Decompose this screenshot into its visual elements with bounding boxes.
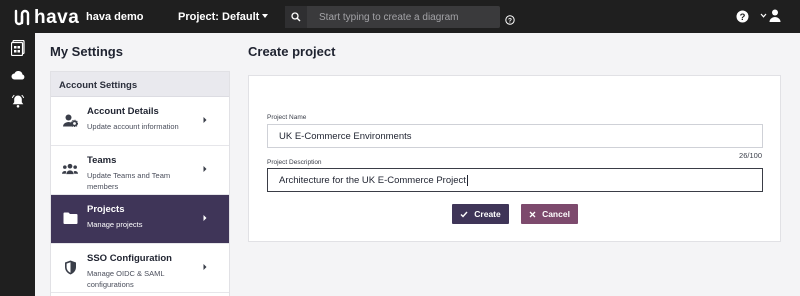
side-rail (0, 33, 35, 296)
project-name-field[interactable]: UK E-Commerce Environments (267, 124, 763, 148)
settings-item-projects[interactable]: Projects Manage projects (51, 195, 229, 244)
folder-icon (62, 210, 78, 226)
settings-item-subtitle: Update account information (87, 122, 179, 131)
project-description-field[interactable]: Architecture for the UK E-Commerce Proje… (267, 168, 763, 192)
logo-text: hava (34, 7, 80, 28)
settings-section-header: Account Settings (51, 72, 229, 97)
check-icon (460, 211, 468, 218)
settings-item-title: Account Details (87, 106, 159, 117)
settings-item-teams[interactable]: Teams Update Teams and Team members (51, 146, 229, 195)
create-button[interactable]: Create (452, 204, 509, 224)
chevron-right-icon (203, 264, 207, 270)
project-description-value: Architecture for the UK E-Commerce Proje… (279, 174, 466, 186)
character-counter: 26/100 (739, 151, 762, 160)
user-menu[interactable] (760, 9, 781, 22)
text-cursor (466, 174, 468, 186)
project-selector[interactable]: Project: Default (178, 11, 259, 23)
settings-title: My Settings (50, 44, 123, 59)
settings-item-sso-configuration[interactable]: SSO Configuration Manage OIDC & SAML con… (51, 244, 229, 293)
diagrams-icon[interactable] (9, 39, 27, 57)
project-name-label: Project Name (267, 114, 307, 121)
chevron-right-icon (203, 166, 207, 172)
cloud-icon[interactable] (9, 66, 27, 84)
cancel-button[interactable]: Cancel (521, 204, 578, 224)
create-project-card: Project Name UK E-Commerce Environments … (248, 75, 781, 242)
chevron-right-icon (203, 117, 207, 123)
help-circle-icon[interactable]: ? (736, 10, 749, 28)
search-box[interactable] (285, 6, 500, 28)
create-button-label: Create (474, 209, 501, 219)
user-icon (769, 9, 781, 22)
user-gear-icon (62, 112, 78, 128)
top-bar: hava hava demo Project: Default ? ? (0, 0, 800, 33)
search-input[interactable] (319, 6, 494, 28)
search-icon[interactable] (285, 6, 307, 28)
settings-item-subtitle: Update Teams and Team members (87, 171, 171, 191)
settings-item-subtitle: Manage OIDC & SAML configurations (87, 269, 165, 289)
cancel-button-label: Cancel (542, 209, 570, 219)
settings-item-account-details[interactable]: Account Details Update account informati… (51, 97, 229, 146)
settings-panel: Account Settings Account Details Update … (50, 71, 230, 296)
settings-item-title: SSO Configuration (87, 253, 172, 264)
project-description-label: Project Description (267, 159, 322, 166)
settings-item-title: Teams (87, 155, 117, 166)
hava-logo[interactable]: hava (13, 8, 79, 27)
chevron-right-icon (203, 215, 207, 221)
svg-text:?: ? (508, 17, 512, 24)
caret-down-icon[interactable] (262, 14, 268, 18)
close-icon (529, 211, 536, 217)
settings-item-subtitle: Manage projects (87, 220, 143, 229)
workspace-name[interactable]: hava demo (86, 11, 143, 23)
settings-item-title: Projects (87, 204, 125, 215)
bell-icon[interactable] (9, 92, 27, 110)
help-icon[interactable]: ? (505, 12, 515, 30)
users-icon (62, 161, 78, 177)
shield-icon (62, 259, 78, 275)
svg-text:?: ? (740, 12, 746, 23)
hava-logo-icon (14, 9, 30, 26)
chevron-down-icon (760, 13, 767, 18)
page-title: Create project (248, 44, 336, 59)
